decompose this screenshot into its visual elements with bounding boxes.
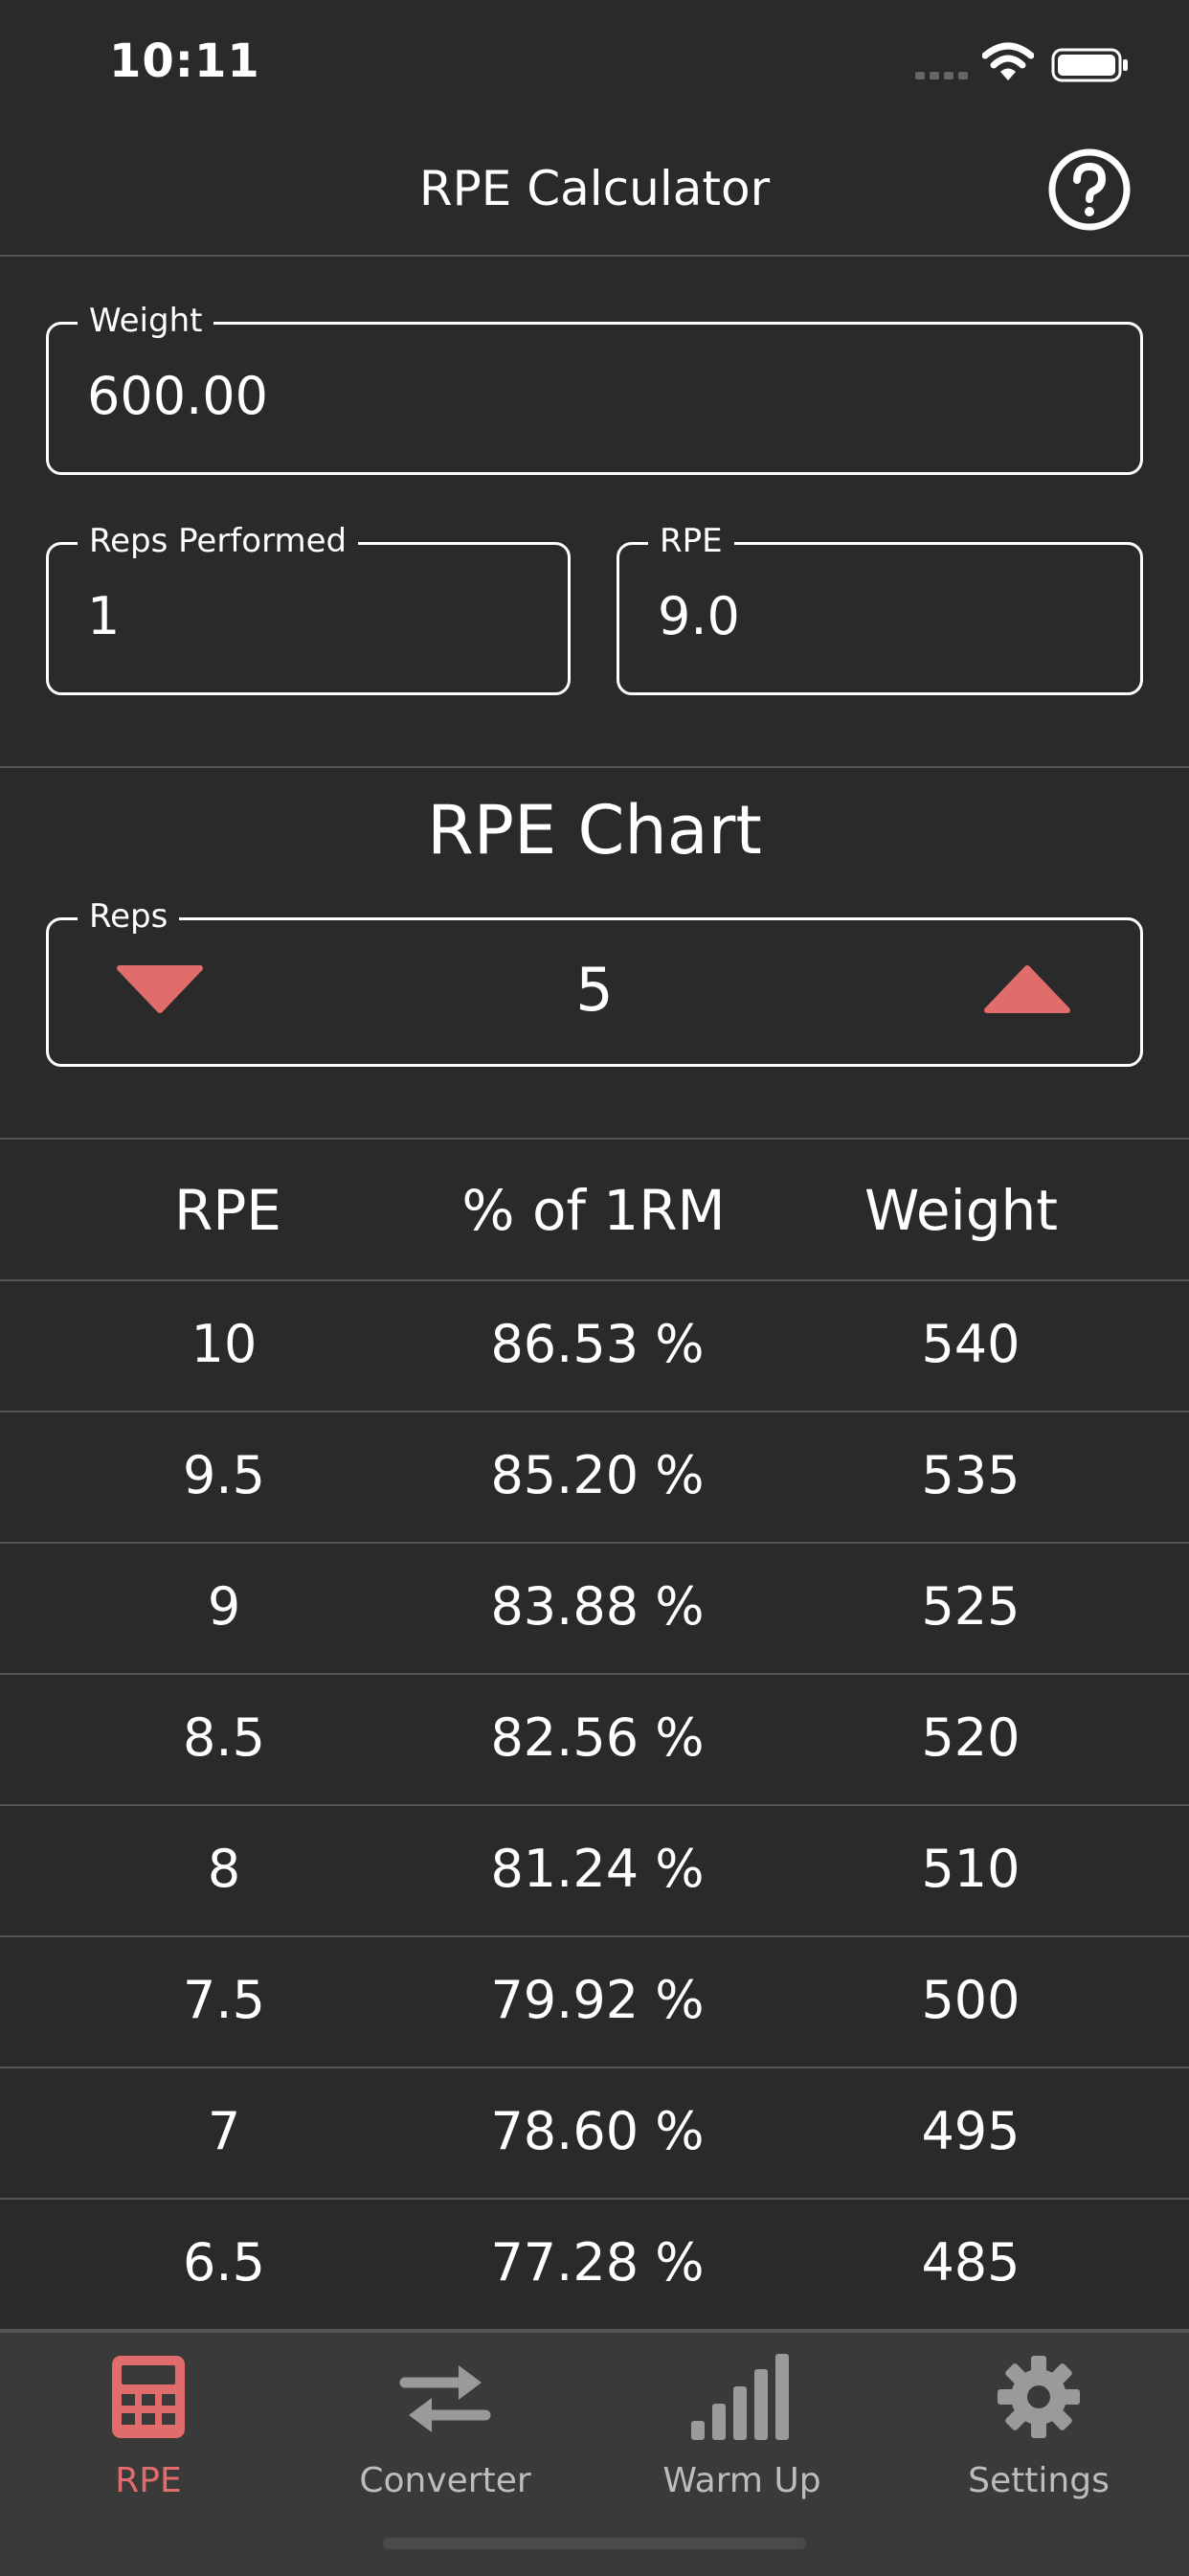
question-circle-icon[interactable] [1047,147,1132,232]
tab-label: Settings [968,2461,1110,2500]
cell-percent: 77.28 % [490,2232,705,2293]
tab-label: Converter [359,2461,531,2500]
cell-rpe: 8.5 [183,1707,265,1768]
cell-weight: 500 [921,1970,1021,2030]
table-row: 9 83.88 % 525 [0,1544,1189,1675]
cell-rpe: 9.5 [183,1445,265,1505]
table-row: 8 81.24 % 510 [0,1806,1189,1937]
cell-percent: 78.60 % [490,2101,705,2161]
cell-percent: 85.20 % [490,1445,705,1505]
divider [0,766,1189,768]
table-row: 7 78.60 % 495 [0,2068,1189,2200]
cell-weight: 495 [921,2101,1021,2161]
reps-performed-field[interactable]: Reps Performed 1 [46,522,571,695]
cell-percent: 83.88 % [490,1576,705,1637]
cell-weight: 525 [921,1576,1021,1637]
cell-weight: 535 [921,1445,1021,1505]
home-indicator [383,2538,806,2549]
signal-bars-icon [691,2354,789,2440]
cell-rpe: 9 [207,1576,241,1637]
cell-percent: 79.92 % [490,1970,705,2030]
cell-percent: 86.53 % [490,1314,705,1374]
wifi-icon [982,42,1034,80]
reps-stepper: Reps 5 [46,897,1143,1067]
cell-rpe: 6.5 [183,2232,265,2293]
reps-stepper-label: Reps [78,897,180,936]
cell-weight: 520 [921,1707,1021,1768]
reps-performed-label: Reps Performed [78,522,359,560]
tab-warm-up[interactable]: Warm Up [594,2342,890,2500]
weight-field-value: 600.00 [87,366,268,426]
navigation-bar: RPE Calculator [0,134,1189,257]
column-header-weight: Weight [864,1178,1059,1243]
cell-rpe: 8 [207,1839,241,1899]
cell-weight: 485 [921,2232,1021,2293]
calculator-icon [112,2356,185,2438]
table-row: 7.5 79.92 % 500 [0,1937,1189,2068]
status-bar: 10:11 [0,0,1189,134]
table-header: RPE % of 1RM Weight [0,1140,1189,1281]
cell-weight: 510 [921,1839,1021,1899]
page-title: RPE Calculator [418,161,771,216]
cell-rpe: 7.5 [183,1970,265,2030]
rpe-chart-title: RPE Chart [427,791,762,870]
rpe-field-label: RPE [648,522,734,560]
rpe-field-value: 9.0 [658,586,740,646]
table-row: 6.5 77.28 % 485 [0,2200,1189,2331]
cell-weight: 540 [921,1314,1021,1374]
cell-percent: 82.56 % [490,1707,705,1768]
table-row: 10 86.53 % 540 [0,1281,1189,1412]
swap-arrows-icon [399,2365,491,2432]
tab-rpe[interactable]: RPE [0,2342,297,2500]
tab-settings[interactable]: Settings [890,2342,1187,2500]
tab-label: RPE [115,2461,182,2500]
gear-icon [998,2356,1080,2438]
cell-rpe: 7 [207,2101,241,2161]
battery-icon [1051,48,1128,82]
tab-converter[interactable]: Converter [297,2342,594,2500]
cellular-signal-icon [915,72,968,79]
tab-label: Warm Up [662,2461,821,2500]
rpe-field[interactable]: RPE 9.0 [617,522,1143,695]
cell-percent: 81.24 % [490,1839,705,1899]
table-row: 9.5 85.20 % 535 [0,1412,1189,1544]
column-header-percent: % of 1RM [461,1178,726,1243]
status-time: 10:11 [109,34,260,88]
table-row: 8.5 82.56 % 520 [0,1675,1189,1806]
weight-field[interactable]: Weight 600.00 [46,302,1143,475]
weight-field-label: Weight [78,302,214,340]
increment-arrow-icon[interactable] [979,953,1075,1029]
cell-rpe: 10 [191,1314,258,1374]
reps-performed-value: 1 [87,586,121,646]
column-header-rpe: RPE [174,1178,281,1243]
reps-stepper-value: 5 [575,955,614,1025]
